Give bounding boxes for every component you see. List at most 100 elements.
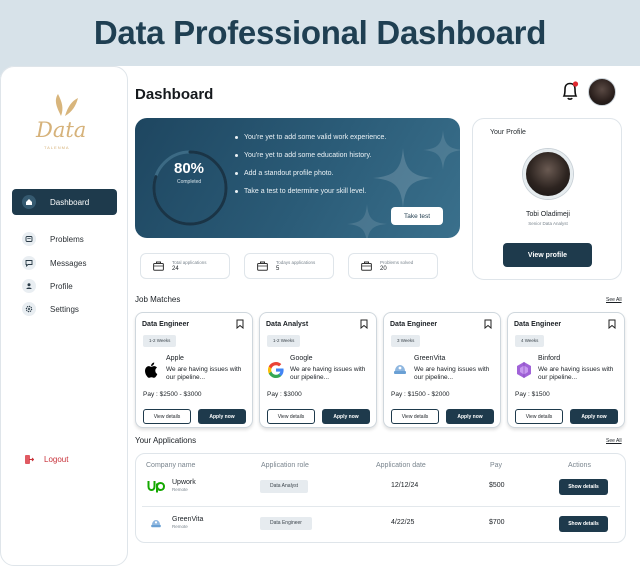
job-title: Data Engineer: [390, 321, 438, 328]
google-logo-icon: [268, 362, 284, 378]
row-divider: [142, 506, 620, 507]
apply-now-button[interactable]: Apply now: [446, 409, 494, 424]
show-details-button[interactable]: Show details: [559, 479, 608, 495]
bell-icon[interactable]: [560, 80, 580, 102]
logout-label: Logout: [44, 455, 69, 464]
problems-icon: [22, 232, 36, 246]
company-cell: GreenVita Remote: [172, 516, 203, 529]
completion-percent: 80%: [174, 160, 205, 177]
profile-photo: [523, 149, 573, 199]
home-icon: [22, 195, 36, 209]
logout-icon: [25, 455, 34, 464]
applications-table: Company name Application role Applicatio…: [135, 453, 626, 543]
completion-task: Add a standout profile photo.: [235, 170, 386, 177]
messages-icon: [22, 256, 36, 270]
stat-label: Todays applications: [276, 260, 316, 265]
job-company: GreenVita: [414, 355, 446, 362]
column-header: Pay: [490, 462, 503, 469]
job-card: Data Analyst 1-2 Weeks Google We are hav…: [259, 312, 377, 428]
job-matches-title: Job Matches: [135, 295, 181, 304]
job-title: Data Analyst: [266, 321, 309, 328]
sidebar-item-settings[interactable]: Settings: [12, 298, 117, 320]
sidebar-item-label: Problems: [50, 234, 84, 244]
upwork-logo-icon: [147, 481, 166, 493]
show-details-button[interactable]: Show details: [559, 516, 608, 532]
apply-now-button[interactable]: Apply now: [322, 409, 370, 424]
stat-label: Problems solved: [380, 260, 414, 265]
job-duration-chip: 1-2 Weeks: [143, 335, 177, 347]
stat-value: 5: [276, 266, 280, 272]
binford-logo-icon: [517, 362, 531, 378]
apply-now-button[interactable]: Apply now: [570, 409, 618, 424]
view-details-button[interactable]: View details: [143, 409, 191, 424]
progress-ring: [152, 150, 228, 226]
job-title: Data Engineer: [514, 321, 562, 328]
view-details-button[interactable]: View details: [391, 409, 439, 424]
profile-card-title: Your Profile: [490, 129, 526, 136]
completion-task: You're yet to add some valid work experi…: [235, 134, 386, 141]
application-pay: $700: [489, 519, 505, 526]
profile-completion-card: 80% Completed You're yet to add some val…: [135, 118, 460, 238]
job-company: Google: [290, 355, 313, 362]
gear-icon: [22, 302, 36, 316]
bookmark-icon[interactable]: [236, 319, 244, 329]
completion-task: You're yet to add some education history…: [235, 152, 386, 159]
sidebar-item-label: Dashboard: [50, 197, 90, 207]
role-chip: Data Analyst: [260, 480, 309, 493]
apply-now-button[interactable]: Apply now: [198, 409, 246, 424]
stat-problems-solved: Problems solved 20: [348, 253, 438, 279]
banner-title: Data Professional Dashboard: [93, 14, 547, 51]
bookmark-icon[interactable]: [608, 319, 616, 329]
sidebar-item-problems[interactable]: Problems: [12, 228, 117, 250]
view-details-button[interactable]: View details: [267, 409, 315, 424]
sidebar-item-messages[interactable]: Messages: [12, 252, 117, 274]
job-description: We are having issues with our pipeline..…: [166, 366, 242, 381]
applications-see-all-link[interactable]: See All: [606, 438, 622, 444]
sidebar-item-dashboard[interactable]: Dashboard: [12, 189, 117, 215]
view-details-button[interactable]: View details: [515, 409, 563, 424]
column-header: Application role: [261, 462, 309, 469]
job-description: We are having issues with our pipeline..…: [414, 366, 490, 381]
job-pay: Pay : $3000: [267, 391, 302, 398]
avatar[interactable]: [588, 78, 616, 106]
user-icon: [22, 279, 36, 293]
job-matches-see-all-link[interactable]: See All: [606, 297, 622, 303]
column-header: Actions: [568, 462, 591, 469]
job-duration-chip: 3 Weeks: [391, 335, 421, 347]
application-date: 12/12/24: [391, 482, 419, 489]
completion-caption: Completed: [177, 179, 202, 185]
greenvita-logo-icon: [394, 365, 406, 374]
job-description: We are having issues with our pipeline..…: [538, 366, 614, 381]
profile-card: Your Profile Tobi Oladimeji Senior Data …: [472, 118, 622, 280]
bookmark-icon[interactable]: [360, 319, 368, 329]
profile-role: Senior Data Analyst: [528, 221, 568, 226]
briefcase-icon: [361, 261, 372, 271]
sidebar-item-profile[interactable]: Profile: [12, 275, 117, 297]
applications-title: Your Applications: [135, 436, 197, 445]
stat-value: 24: [172, 266, 179, 272]
view-profile-button[interactable]: View profile: [503, 243, 592, 267]
sidebar-item-label: Profile: [50, 281, 73, 291]
completion-task-list: You're yet to add some valid work experi…: [235, 134, 386, 206]
take-test-button[interactable]: Take test: [391, 207, 443, 225]
job-company: Binford: [538, 355, 561, 362]
job-duration-chip: 4 Weeks: [515, 335, 545, 347]
logo-subtext: TALENMA: [44, 145, 70, 150]
job-card: Data Engineer 3 Weeks GreenVita We are h…: [383, 312, 501, 428]
logout-button[interactable]: Logout: [24, 454, 68, 465]
job-card: Data Engineer 1-2 Weeks Apple We are hav…: [135, 312, 253, 428]
application-date: 4/22/25: [391, 519, 415, 526]
stat-todays-applications: Todays applications 5: [244, 253, 334, 279]
company-location: Remote: [172, 487, 188, 492]
briefcase-icon: [257, 261, 268, 271]
logo-text: Data: [36, 118, 87, 142]
column-header: Company name: [146, 462, 196, 469]
stat-label: Total applications: [172, 260, 207, 265]
greenvita-logo-icon: [151, 520, 161, 528]
role-chip: Data Engineer: [260, 517, 312, 530]
job-pay: Pay : $1500 - $2000: [391, 391, 450, 398]
job-description: We are having issues with our pipeline..…: [290, 366, 366, 381]
job-card: Data Engineer 4 Weeks Binford We are hav…: [507, 312, 625, 428]
sidebar-item-label: Settings: [50, 304, 79, 314]
bookmark-icon[interactable]: [484, 319, 492, 329]
